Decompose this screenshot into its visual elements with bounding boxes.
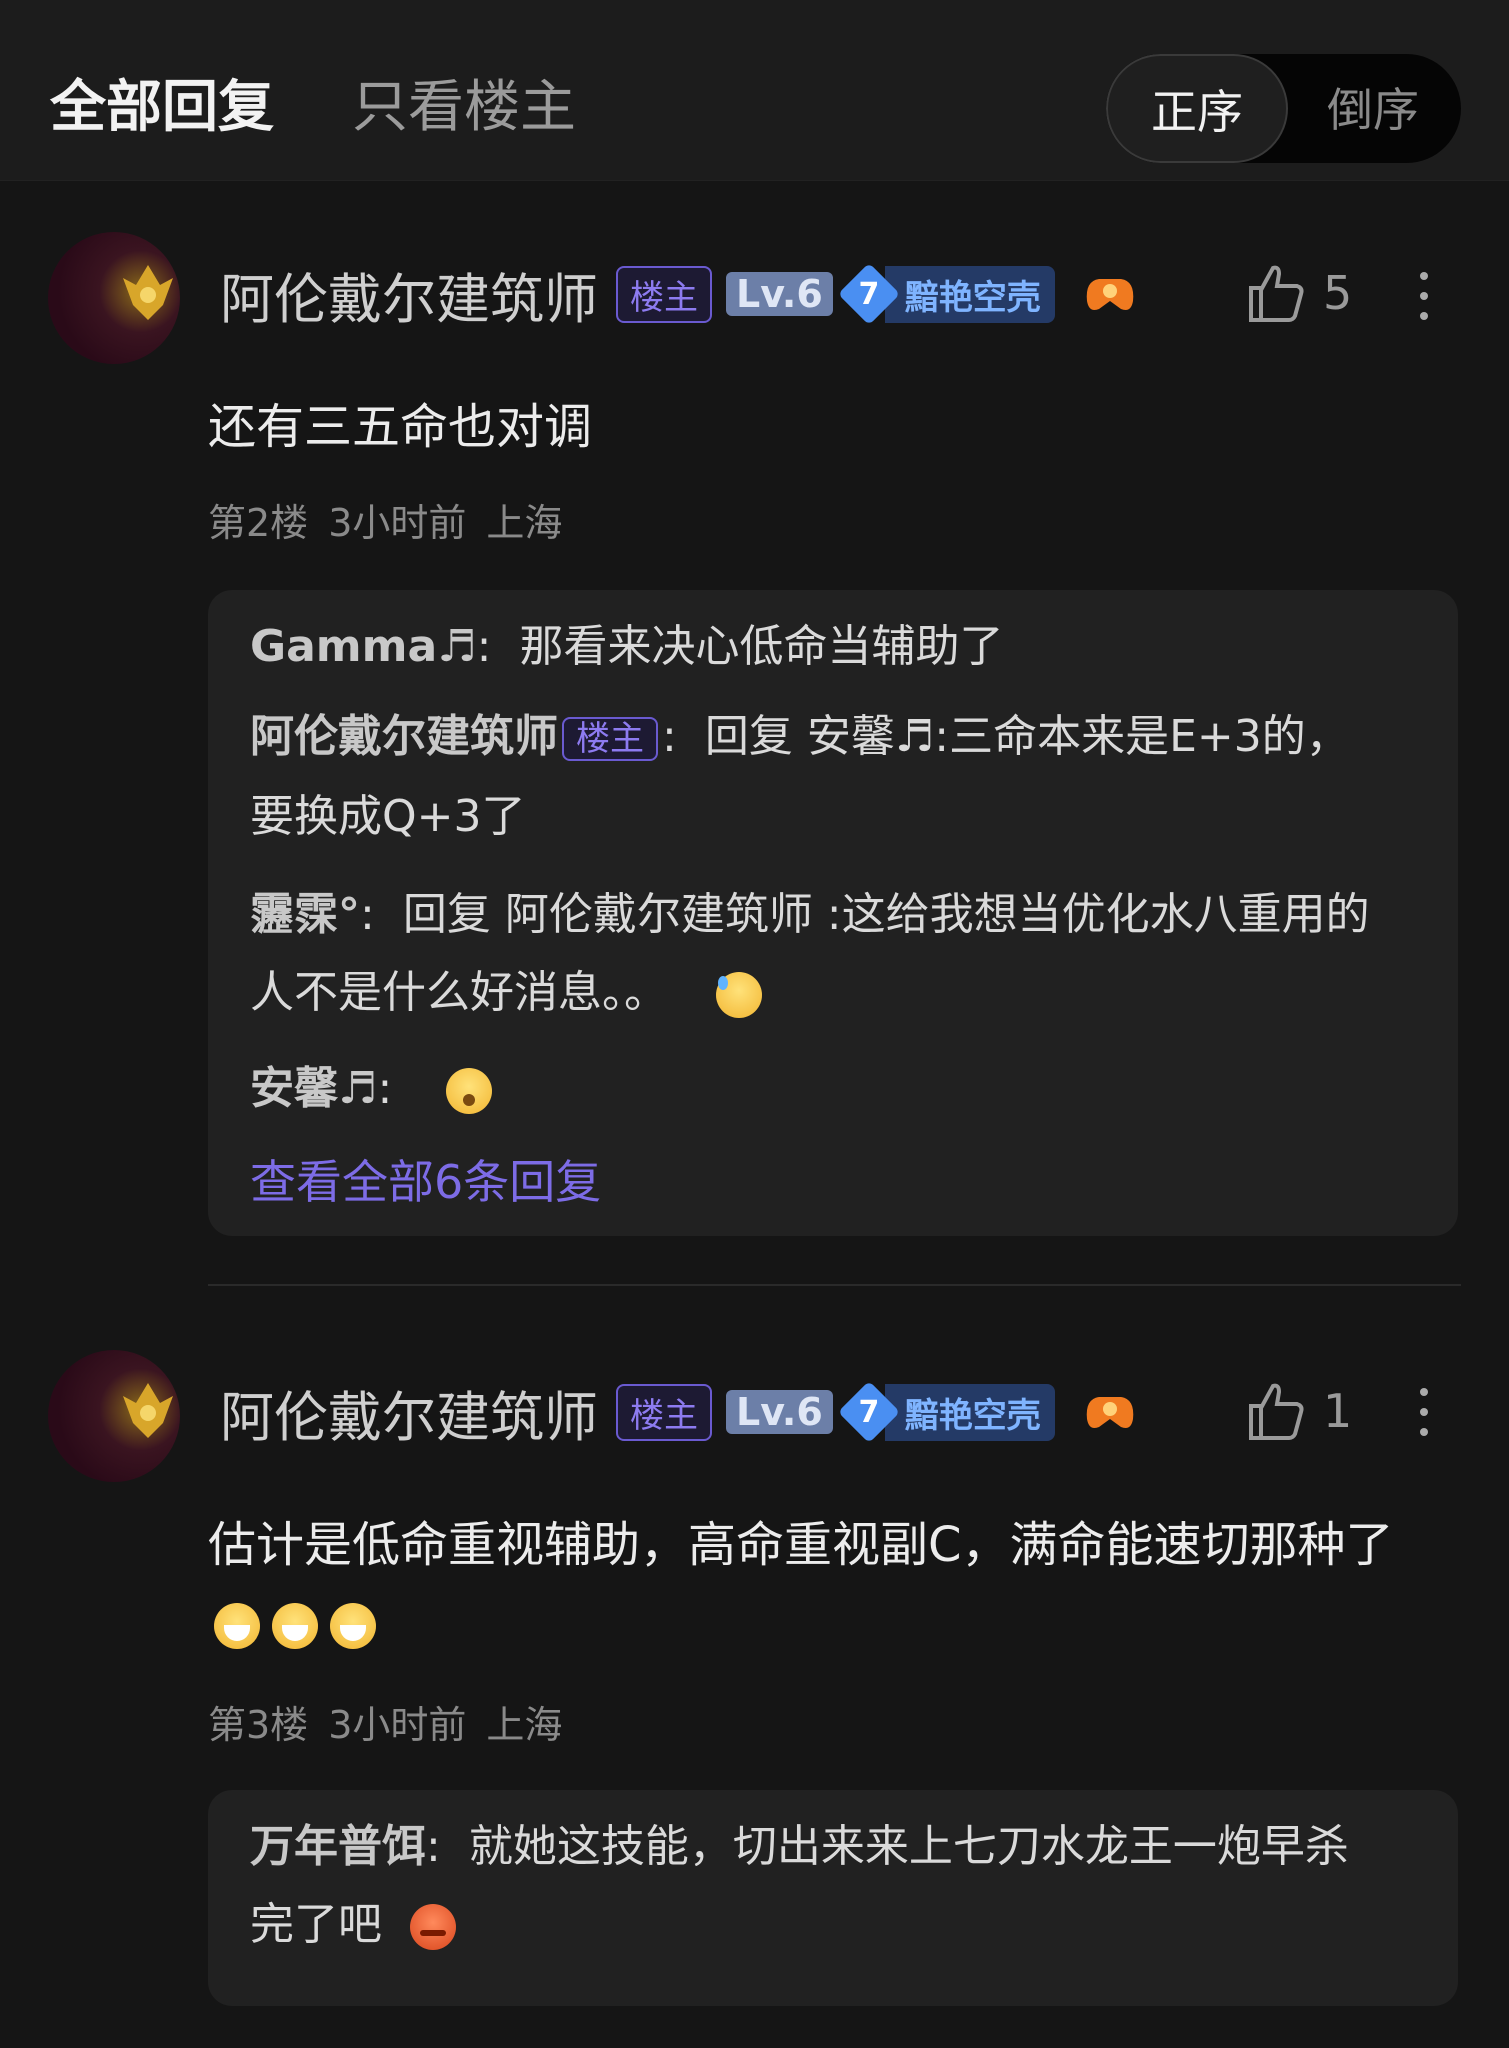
more-options-icon[interactable]: [1420, 1388, 1432, 1448]
like-button[interactable]: 5: [1245, 262, 1352, 324]
sort-descending[interactable]: 倒序: [1284, 54, 1461, 159]
crying-emoji-icon: [272, 1603, 318, 1649]
sort-ascending[interactable]: 正序: [1106, 54, 1288, 163]
reply-author[interactable]: 万年普饵: [250, 1821, 426, 1872]
reply-text: 回复 阿伦戴尔建筑师 :这给我想当优化水八重用的: [402, 889, 1370, 940]
reply-text-continued: 要换成Q+3了: [250, 791, 526, 842]
medal-badge[interactable]: 7 黯艳空壳: [837, 1380, 1055, 1444]
game-badge-icon: [1086, 279, 1134, 310]
reply-author[interactable]: 安馨♬: [250, 1063, 377, 1114]
crest-icon: [123, 1383, 173, 1438]
medal-badge[interactable]: 7 黯艳空壳: [837, 262, 1055, 326]
angry-emoji-icon: [410, 1904, 456, 1950]
crest-icon: [123, 265, 173, 320]
comment-header: 阿伦戴尔建筑师 楼主 Lv.6 7 黯艳空壳: [220, 1372, 1139, 1452]
reply-text: 就她这技能，切出来来上七刀水龙王一炮早杀: [468, 1821, 1349, 1872]
thumbs-up-icon: [1249, 265, 1304, 322]
reply-text-continued: 完了吧: [250, 1899, 382, 1950]
game-badge-icon: [1086, 1397, 1134, 1428]
post-location: 上海: [486, 501, 563, 545]
like-count: 5: [1323, 266, 1353, 320]
divider: [208, 1284, 1461, 1286]
more-options-icon[interactable]: [1420, 272, 1432, 332]
reply-item: 安馨♬:: [250, 1050, 1420, 1128]
view-all-replies-link[interactable]: 查看全部6条回复: [250, 1146, 601, 1212]
reply-text: 那看来决心低命当辅助了: [519, 621, 1004, 672]
avatar[interactable]: [48, 1350, 180, 1482]
reply-author[interactable]: 阿伦戴尔建筑师: [250, 711, 558, 762]
reply-text: 回复 安馨♬:三命本来是E+3的，: [704, 711, 1350, 762]
avatar[interactable]: [48, 232, 180, 364]
sweat-emoji-icon: [716, 972, 762, 1018]
like-count: 1: [1323, 1384, 1353, 1438]
reply-preview-box[interactable]: Gamma♬: 那看来决心低命当辅助了 阿伦戴尔建筑师 楼主: 回复 安馨♬:三命…: [208, 590, 1458, 1236]
reply-preview-box[interactable]: 万年普饵: 就她这技能，切出来来上七刀水龙王一炮早杀 完了吧: [208, 1790, 1458, 2006]
owner-badge: 楼主: [616, 265, 712, 323]
owner-badge: 楼主: [616, 1383, 712, 1441]
tab-owner-only[interactable]: 只看楼主: [352, 62, 576, 143]
comment-meta: 第3楼 3小时前 上海: [208, 1694, 582, 1749]
floor-number: 第3楼: [208, 1703, 309, 1747]
post-time: 3小时前: [328, 1703, 467, 1747]
tab-all-replies[interactable]: 全部回复: [50, 62, 274, 143]
reply-filter-bar: 全部回复 只看楼主 正序 倒序: [0, 0, 1509, 181]
like-button[interactable]: 1: [1245, 1380, 1352, 1442]
author-name[interactable]: 阿伦戴尔建筑师: [220, 255, 598, 334]
crying-emoji-icon: [214, 1603, 260, 1649]
reply-author[interactable]: Gamma♬: [250, 621, 477, 672]
comment-text: 估计是低命重视辅助，高命重视副C，满命能速切那种了: [208, 1506, 1458, 1662]
floor-number: 第2楼: [208, 501, 309, 545]
owner-badge: 楼主: [562, 717, 658, 761]
reply-author[interactable]: 靋霂°: [250, 889, 360, 940]
comment-meta: 第2楼 3小时前 上海: [208, 492, 582, 547]
level-badge: Lv.6: [726, 272, 833, 316]
thumbs-up-icon: [1249, 1383, 1304, 1440]
medal-label: 黯艳空壳: [884, 1383, 1055, 1441]
reply-item: Gamma♬: 那看来决心低命当辅助了: [250, 621, 1004, 672]
comment-header: 阿伦戴尔建筑师 楼主 Lv.6 7 黯艳空壳: [220, 254, 1139, 334]
medal-label: 黯艳空壳: [884, 265, 1055, 323]
sort-toggle[interactable]: 正序 倒序: [1106, 54, 1461, 163]
reply-item: 万年普饵: 就她这技能，切出来来上七刀水龙王一炮早杀 完了吧: [250, 1821, 1349, 1950]
reply-item: 靋霂°: 回复 阿伦戴尔建筑师 :这给我想当优化水八重用的 人不是什么好消息。。: [250, 889, 1370, 1018]
post-location: 上海: [486, 1703, 563, 1747]
reply-text-continued: 人不是什么好消息。。: [250, 967, 668, 1018]
crying-emoji-icon: [330, 1603, 376, 1649]
comment-text: 还有三五命也对调: [208, 399, 593, 455]
author-name[interactable]: 阿伦戴尔建筑师: [220, 1373, 598, 1452]
level-badge: Lv.6: [726, 1390, 833, 1434]
reply-item: 阿伦戴尔建筑师 楼主: 回复 安馨♬:三命本来是E+3的， 要换成Q+3了: [250, 711, 1350, 842]
post-time: 3小时前: [328, 501, 467, 545]
shocked-emoji-icon: [446, 1068, 493, 1114]
